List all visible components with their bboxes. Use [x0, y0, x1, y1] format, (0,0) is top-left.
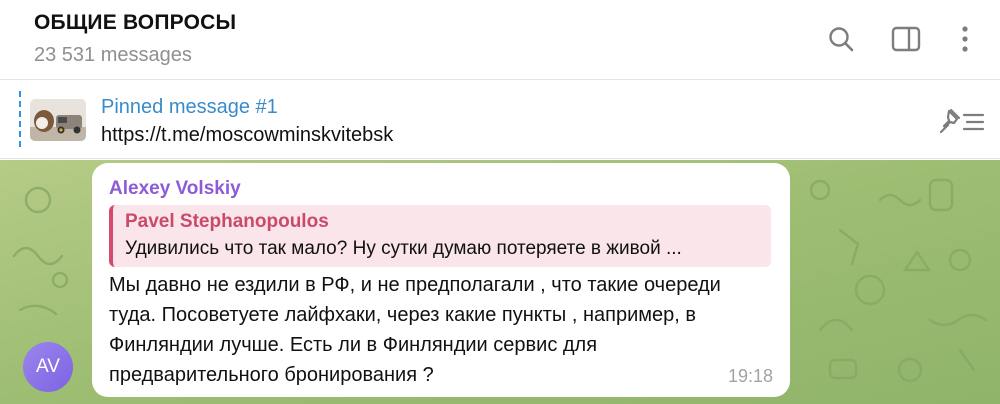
- more-icon[interactable]: [948, 22, 982, 56]
- pinned-thumbnail: [30, 99, 86, 141]
- unpin-list-icon[interactable]: [938, 107, 986, 135]
- avatar[interactable]: AV: [23, 342, 73, 392]
- search-icon[interactable]: [824, 22, 858, 56]
- sidebar-toggle-icon[interactable]: [889, 22, 923, 56]
- message-text: Мы давно не ездили в РФ, и не предполага…: [109, 270, 779, 390]
- pinned-text[interactable]: https://t.me/moscowminskvitebsk: [101, 124, 393, 147]
- pinned-message-bar[interactable]: Pinned message #1 https://t.me/moscowmin…: [0, 81, 1000, 159]
- sender-name[interactable]: Alexey Volskiy: [109, 178, 241, 200]
- message-line: предварительного бронирования ?: [109, 364, 434, 386]
- reply-text: Удивились что так мало? Ну сутки думаю п…: [125, 238, 682, 259]
- chat-title[interactable]: ОБЩИЕ ВОПРОСЫ: [34, 11, 236, 35]
- reply-quote[interactable]: Pavel Stephanopoulos Удивились что так м…: [109, 205, 771, 267]
- reply-author: Pavel Stephanopoulos: [125, 211, 329, 232]
- avatar-initials: AV: [36, 356, 60, 377]
- message-line: туда. Посоветуете лайфхаки, через какие …: [109, 304, 696, 326]
- chat-header: ОБЩИЕ ВОПРОСЫ 23 531 messages: [0, 0, 1000, 80]
- message-bubble[interactable]: Alexey Volskiy Pavel Stephanopoulos Удив…: [92, 163, 790, 397]
- message-line: Мы давно не ездили в РФ, и не предполага…: [109, 274, 721, 296]
- message-count: 23 531 messages: [34, 44, 192, 66]
- message-line: Финляндии лучше. Есть ли в Финляндии сер…: [109, 334, 598, 356]
- pinned-indicator: [19, 91, 21, 147]
- pinned-title[interactable]: Pinned message #1: [101, 96, 278, 119]
- message-time: 19:18: [727, 366, 773, 386]
